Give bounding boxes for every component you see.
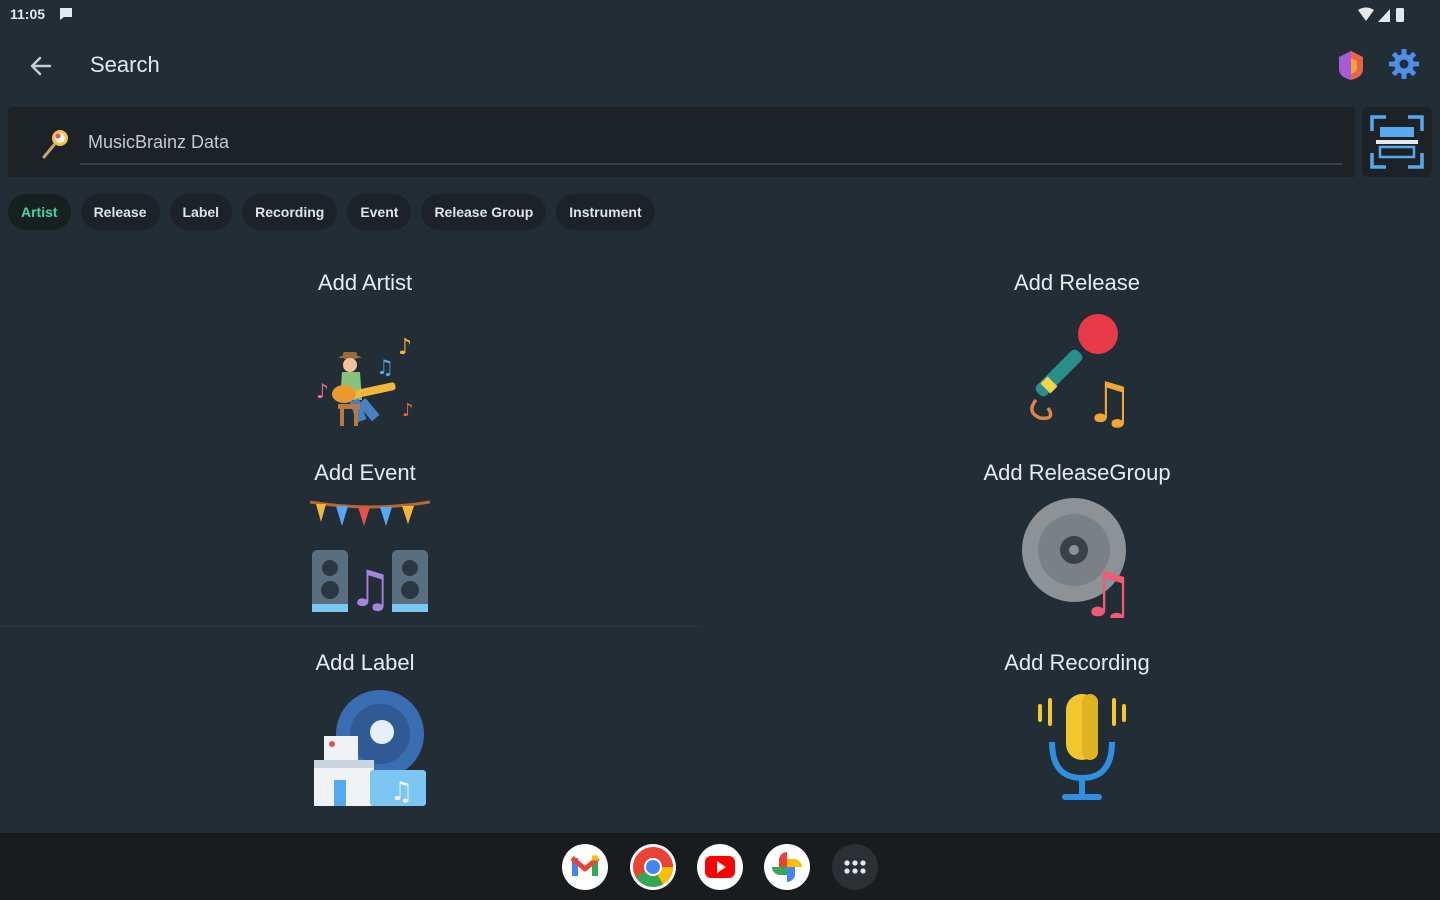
search-underline bbox=[80, 163, 1342, 165]
svg-text:♫: ♫ bbox=[1080, 558, 1136, 618]
add-artist-tile[interactable]: Add Artist ♪ ♫ ♪ ♪ bbox=[165, 270, 565, 450]
svg-text:♪: ♪ bbox=[402, 400, 414, 421]
youtube-icon[interactable] bbox=[697, 844, 743, 890]
add-recording-tile[interactable]: Add Recording bbox=[877, 650, 1277, 830]
barcode-scan-button[interactable] bbox=[1362, 107, 1432, 177]
svg-text:♫: ♫ bbox=[1084, 371, 1134, 428]
page-title: Search bbox=[90, 52, 160, 77]
record-label-building-icon: ♫ bbox=[314, 690, 426, 807]
guitarist-icon: ♪ ♫ ♪ ♪ bbox=[316, 335, 414, 426]
add-event-label: Add Event bbox=[314, 460, 416, 485]
battery-icon bbox=[1396, 8, 1404, 22]
add-event-tile[interactable]: Add Event ♫ bbox=[165, 460, 565, 640]
chip-event[interactable]: Event bbox=[347, 194, 412, 230]
taskbar bbox=[0, 833, 1440, 900]
add-release-tile[interactable]: Add Release ♫ bbox=[877, 270, 1277, 450]
chrome-icon[interactable] bbox=[630, 844, 676, 890]
search-input[interactable] bbox=[80, 127, 1340, 157]
message-notification-icon bbox=[60, 8, 72, 20]
wifi-icon bbox=[1358, 7, 1374, 21]
microphone-note-icon: ♫ bbox=[1030, 314, 1134, 428]
chip-instrument[interactable]: Instrument bbox=[556, 194, 655, 230]
app-bar: Search bbox=[0, 30, 1440, 100]
back-arrow-icon[interactable] bbox=[22, 48, 58, 84]
chip-release-group[interactable]: Release Group bbox=[421, 194, 547, 230]
add-label-tile[interactable]: Add Label ♫ bbox=[165, 650, 565, 830]
svg-text:♪: ♪ bbox=[316, 379, 329, 403]
studio-microphone-icon bbox=[1038, 694, 1126, 800]
gear-icon[interactable] bbox=[1386, 46, 1422, 82]
concert-stage-icon: ♫ bbox=[310, 500, 430, 618]
svg-text:♫: ♫ bbox=[390, 777, 413, 807]
status-bar: 11:05 bbox=[0, 0, 1440, 30]
divider bbox=[0, 626, 700, 627]
chip-artist[interactable]: Artist bbox=[8, 194, 71, 230]
add-recording-label: Add Recording bbox=[1004, 650, 1150, 675]
add-label-label: Add Label bbox=[315, 650, 415, 675]
status-icons bbox=[1358, 7, 1404, 22]
chip-release[interactable]: Release bbox=[80, 194, 160, 230]
chip-recording[interactable]: Recording bbox=[242, 194, 338, 230]
add-artist-label: Add Artist bbox=[317, 270, 413, 295]
search-box bbox=[8, 107, 1355, 177]
svg-text:♫: ♫ bbox=[348, 560, 393, 618]
add-release-group-label: Add ReleaseGroup bbox=[983, 460, 1171, 485]
add-release-group-tile[interactable]: Add ReleaseGroup ♫ bbox=[877, 460, 1277, 640]
scan-icon bbox=[1370, 115, 1424, 169]
svg-text:♪: ♪ bbox=[398, 335, 412, 360]
magnifier-icon bbox=[42, 130, 68, 159]
photos-icon[interactable] bbox=[764, 844, 810, 890]
add-release-label: Add Release bbox=[1014, 270, 1140, 295]
shield-icon[interactable] bbox=[1334, 48, 1368, 82]
gmail-icon[interactable] bbox=[562, 844, 608, 890]
entity-filter-chips: Artist Release Label Recording Event Rel… bbox=[8, 194, 655, 230]
chip-label[interactable]: Label bbox=[169, 194, 233, 230]
vinyl-note-icon: ♫ bbox=[1022, 498, 1136, 618]
cell-signal-icon bbox=[1378, 9, 1390, 22]
app-drawer-icon[interactable] bbox=[832, 844, 878, 890]
svg-text:♫: ♫ bbox=[376, 355, 394, 379]
status-time: 11:05 bbox=[10, 6, 46, 22]
